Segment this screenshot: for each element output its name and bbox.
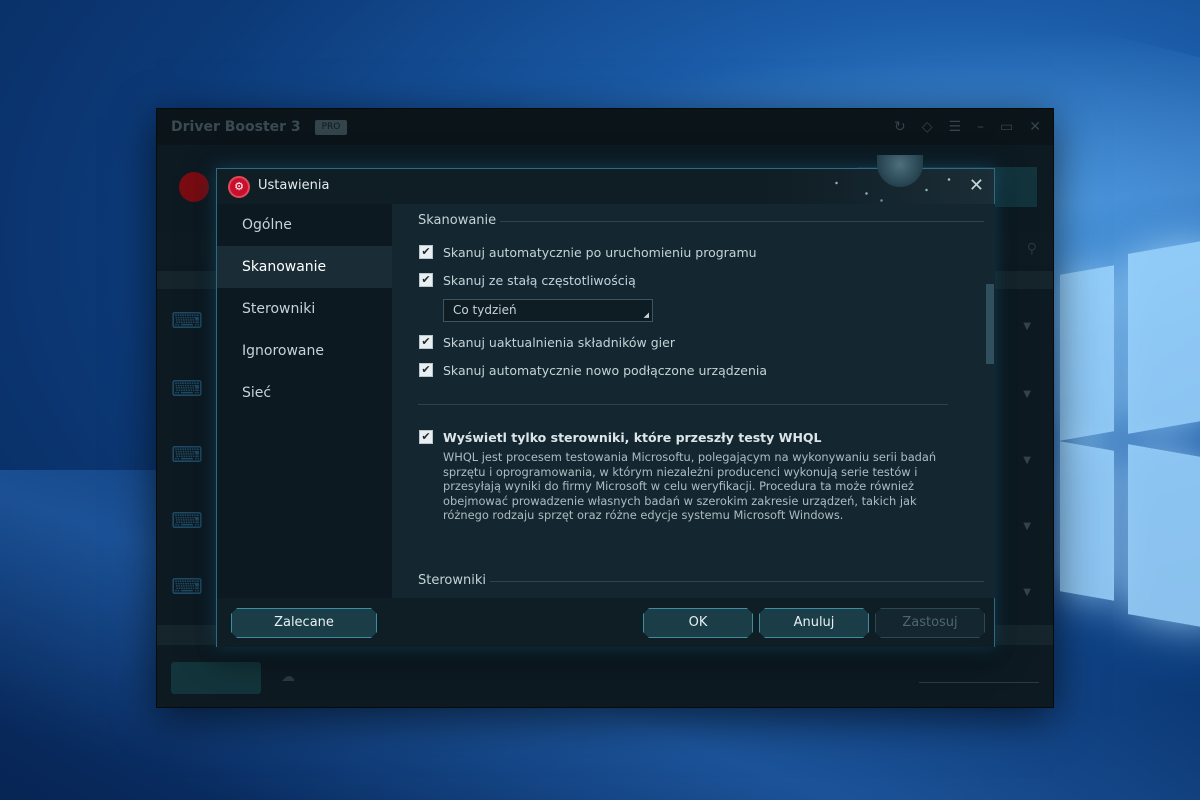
- scrollbar-thumb[interactable]: [986, 284, 994, 364]
- dialog-footer: Zalecane OK Anuluj Zastosuj: [217, 598, 994, 647]
- footer-button: [171, 662, 261, 694]
- sidebar-item-network[interactable]: Sieć: [217, 372, 392, 414]
- settings-dialog: ⚙ Ustawienia ✕ Ogólne Skanowanie Sterown…: [216, 155, 995, 647]
- shield-icon: ◇: [921, 119, 933, 135]
- status-icon: [179, 172, 209, 202]
- chevron-down-icon: ▼: [1023, 321, 1031, 332]
- device-icon: ⌨: [171, 575, 203, 600]
- device-icon: ⌨: [171, 509, 203, 534]
- option-scan-on-startup[interactable]: ✔ Skanuj automatycznie po uruchomieniu p…: [419, 243, 757, 261]
- whql-description-line: WHQL jest procesem testowania Microsoftu…: [443, 450, 937, 464]
- section-header-scanning: Skanowanie: [418, 213, 497, 228]
- windows-logo: [1060, 238, 1200, 630]
- whql-description-line: obejmować prowadzenie własnych badań w s…: [443, 493, 917, 508]
- option-scan-scheduled[interactable]: ✔ Skanuj ze stałą częstotliwością: [419, 271, 636, 289]
- dropdown-arrow-icon: ◢: [643, 311, 649, 319]
- cancel-button[interactable]: Anuluj: [759, 608, 869, 638]
- content-scrollbar[interactable]: [985, 204, 995, 598]
- option-whql-only[interactable]: ✔ Wyświetl tylko sterowniki, które przes…: [419, 428, 822, 446]
- chevron-down-icon: ▼: [1023, 389, 1031, 400]
- tray-icon: ▭: [1000, 119, 1014, 135]
- dialog-title: Ustawienia: [258, 178, 330, 193]
- option-label: Skanuj automatycznie nowo podłączone urz…: [443, 362, 767, 378]
- menu-icon: ☰: [948, 119, 962, 135]
- option-label: Wyświetl tylko sterowniki, które przeszł…: [443, 429, 822, 445]
- ok-button[interactable]: OK: [643, 608, 753, 638]
- option-scan-game-components[interactable]: ✔ Skanuj uaktualnienia składników gier: [419, 333, 675, 351]
- app-titlebar: Driver Booster 3 PRO ↻ ◇ ☰ – ▭ ✕: [157, 109, 1053, 145]
- whql-description-line: różnego rodzaju sprzęt oraz różne edycje…: [443, 508, 844, 522]
- checkbox-whql-only[interactable]: ✔: [419, 430, 433, 444]
- sidebar-item-general[interactable]: Ogólne: [217, 204, 392, 246]
- device-icon: ⌨: [171, 443, 203, 468]
- sidebar-item-drivers[interactable]: Sterowniki: [217, 288, 392, 330]
- divider: [418, 404, 948, 405]
- checkbox-scan-game-components[interactable]: ✔: [419, 335, 433, 349]
- refresh-icon: ↻: [893, 119, 906, 135]
- footer-link: [919, 671, 1039, 683]
- option-label: Skanuj automatycznie po uruchomieniu pro…: [443, 244, 757, 260]
- close-icon[interactable]: ✕: [969, 175, 984, 196]
- checkbox-scan-scheduled[interactable]: ✔: [419, 273, 433, 287]
- checkbox-scan-new-devices[interactable]: ✔: [419, 363, 433, 377]
- section-divider: [500, 221, 984, 222]
- frequency-select[interactable]: Co tydzień ◢: [443, 299, 653, 322]
- chevron-down-icon: ▼: [1023, 587, 1031, 598]
- option-label: Skanuj uaktualnienia składników gier: [443, 334, 675, 350]
- chevron-down-icon: ▼: [1023, 521, 1031, 532]
- section-header-drivers: Sterowniki: [418, 573, 486, 588]
- whql-description-line: sprzętu i oprogramowania, w którym nieza…: [443, 464, 918, 479]
- recommended-button[interactable]: Zalecane: [231, 608, 377, 638]
- dialog-titlebar: ⚙ Ustawienia ✕: [217, 155, 994, 204]
- app-window-controls: ↻ ◇ ☰ – ▭ ✕: [894, 119, 1041, 135]
- device-icon: ⌨: [171, 377, 203, 402]
- chevron-down-icon: ▼: [1023, 455, 1031, 466]
- whql-description: WHQL jest procesem testowania Microsoftu…: [443, 450, 938, 523]
- device-icon: ⌨: [171, 309, 203, 334]
- checkbox-scan-on-startup[interactable]: ✔: [419, 245, 433, 259]
- sidebar-item-ignored[interactable]: Ignorowane: [217, 330, 392, 372]
- frequency-select-value: Co tydzień: [453, 303, 517, 317]
- option-scan-new-devices[interactable]: ✔ Skanuj automatycznie nowo podłączone u…: [419, 361, 767, 379]
- whql-description-line: przesyłają wyniki do firmy Microsoft w c…: [443, 479, 915, 493]
- sidebar-item-scanning[interactable]: Skanowanie: [217, 246, 392, 288]
- settings-sidebar: Ogólne Skanowanie Sterowniki Ignorowane …: [217, 204, 392, 598]
- app-title: Driver Booster 3: [171, 119, 301, 135]
- search-icon: ⚲: [1026, 241, 1037, 257]
- section-divider: [490, 581, 984, 582]
- apply-button[interactable]: Zastosuj: [875, 608, 985, 638]
- settings-content: Skanowanie ✔ Skanuj automatycznie po uru…: [392, 204, 985, 598]
- cloud-icon: ☁: [281, 669, 295, 685]
- app-logo-icon: ⚙: [228, 176, 250, 198]
- close-icon: ✕: [1029, 119, 1041, 135]
- minimize-icon: –: [977, 119, 985, 135]
- option-label: Skanuj ze stałą częstotliwością: [443, 272, 636, 288]
- edition-badge: PRO: [315, 120, 347, 135]
